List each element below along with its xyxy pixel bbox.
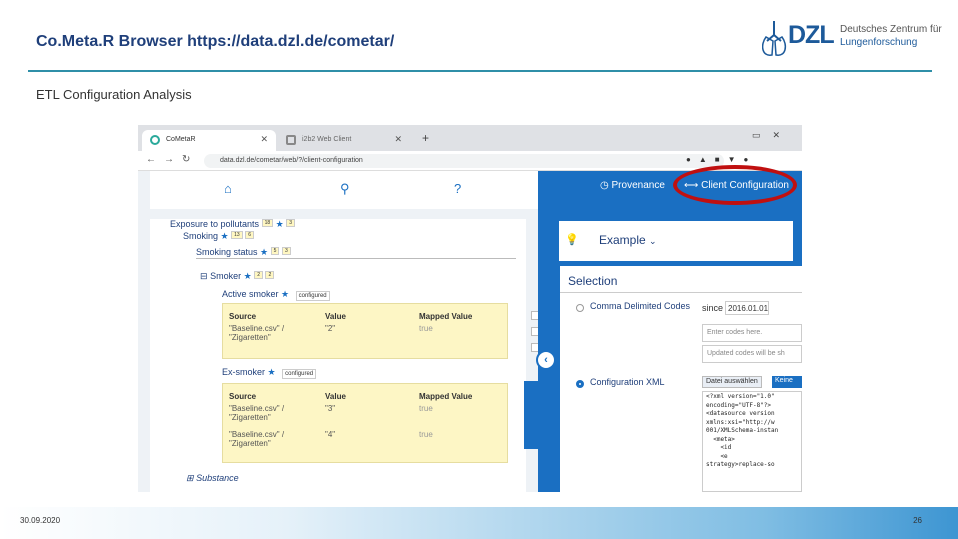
mapping-table-active: Source Value Mapped Value "Baseline.csv"…	[222, 303, 508, 359]
back-icon[interactable]: ←	[146, 154, 156, 165]
enter-codes-input[interactable]: Enter codes here.	[702, 324, 802, 342]
extension-icons[interactable]: ●▲■▼●	[686, 155, 782, 165]
tree-node[interactable]: ⊞ Substance	[186, 473, 239, 484]
reload-icon[interactable]: ↻	[182, 154, 190, 165]
example-title: Example ⌄	[599, 233, 657, 247]
xml-textarea[interactable]: <?xml version="1.0" encoding="UTF-8"?> <…	[702, 391, 802, 492]
second-button[interactable]: Keine	[772, 376, 802, 388]
comma-option-label: Comma Delimited Codes	[590, 301, 691, 311]
tree-node[interactable]: Smoking ★ 13 6	[183, 231, 254, 242]
star-icon: ★	[267, 367, 276, 377]
close-icon[interactable]: ✕	[260, 134, 268, 145]
file-select-button[interactable]: Datei auswählen	[702, 376, 762, 388]
browser-screenshot: CoMetaR ✕ i2b2 Web Client ✕ + ▭✕ ← → ↻ d…	[138, 125, 802, 492]
home-icon[interactable]: ⌂	[224, 181, 232, 196]
provenance-link[interactable]: ◷ Provenance	[600, 180, 665, 191]
forward-icon[interactable]: →	[164, 154, 174, 165]
since-date-input[interactable]: 2016.01.01	[725, 301, 770, 315]
help-icon[interactable]: ?	[454, 181, 461, 196]
close-icon[interactable]: ✕	[394, 134, 402, 145]
window-controls[interactable]: ▭✕	[752, 130, 792, 141]
logo-brand: DZL	[788, 21, 835, 49]
chevron-down-icon: ⌄	[649, 236, 657, 246]
browser-tabbar: CoMetaR ✕ i2b2 Web Client ✕ + ▭✕	[138, 125, 802, 151]
tree-node[interactable]: Exposure to pollutants 18 ★ 3	[170, 219, 296, 230]
footer-date: 30.09.2020	[20, 516, 61, 525]
tree-node[interactable]: Smoking status ★ 5 3	[196, 247, 516, 259]
url-input[interactable]: data.dzl.de/cometar/web/?/client-configu…	[204, 154, 724, 168]
collapse-panel-icon[interactable]: ‹	[536, 350, 556, 370]
lightbulb-icon: 💡	[565, 234, 579, 246]
updated-codes-output: Updated codes will be sh	[702, 345, 802, 363]
slide-subtitle: ETL Configuration Analysis	[36, 87, 192, 102]
i2b2-favicon-icon	[286, 135, 296, 145]
tree-node[interactable]: ⊟ Smoker ★ 2 2	[200, 271, 275, 282]
star-icon: ★	[275, 219, 284, 229]
footer: 30.09.2020 26	[0, 507, 958, 539]
right-pane: ◷ Provenance ⟷ Client Configuration 💡 Ex…	[538, 171, 802, 492]
star-icon: ★	[281, 289, 290, 299]
selection-panel: Selection Comma Delimited Codes since 201…	[560, 266, 802, 492]
new-tab-icon[interactable]: +	[422, 131, 429, 145]
lung-icon	[762, 21, 787, 56]
configured-badge: configured	[295, 291, 330, 301]
browser-tab-i2b2[interactable]: i2b2 Web Client ✕	[278, 130, 410, 151]
tab-label: CoMetaR	[166, 136, 196, 143]
star-icon: ★	[220, 231, 229, 241]
highlight-oval	[673, 165, 797, 205]
tab-label: i2b2 Web Client	[302, 136, 352, 143]
concept-tree: Exposure to pollutants 18 ★ 3 Smoking ★ …	[150, 219, 539, 492]
example-card[interactable]: 💡 Example ⌄	[553, 221, 793, 261]
logo-line1: Deutsches Zentrum für	[840, 24, 942, 35]
splitter-strip	[524, 381, 540, 449]
mapping-table-ex: Source Value Mapped Value "Baseline.csv"…	[222, 383, 508, 463]
expand-icon[interactable]: ⊞	[186, 473, 194, 483]
browser-tab-cometar[interactable]: CoMetaR ✕	[142, 130, 276, 151]
since-field[interactable]: since 2016.01.01	[702, 301, 770, 315]
dzl-logo: DZL Deutsches Zentrum für Lungenforschun…	[762, 19, 942, 61]
tree-node[interactable]: Ex-smoker ★ configured	[222, 367, 317, 379]
logo-line2: Lungenforschung	[840, 37, 918, 48]
search-icon[interactable]: ⚲	[340, 181, 350, 197]
collapse-icon[interactable]: ⊟	[200, 271, 208, 281]
slide-title: Co.Meta.R Browser https://data.dzl.de/co…	[36, 33, 395, 50]
xml-radio[interactable]	[576, 380, 584, 388]
page-number: 26	[913, 516, 922, 525]
slide: Co.Meta.R Browser https://data.dzl.de/co…	[0, 0, 958, 539]
star-icon: ★	[243, 271, 252, 281]
tree-node[interactable]: Active smoker ★ configured	[222, 289, 330, 301]
title-divider	[28, 70, 932, 72]
cometar-favicon-icon	[150, 135, 160, 145]
app-top-nav: ⌂ ⚲ ?	[150, 171, 540, 209]
divider	[560, 292, 802, 293]
star-icon: ★	[260, 247, 269, 257]
selection-title: Selection	[568, 274, 618, 288]
left-pane: ⌂ ⚲ ? Exposure to pollutants 18 ★ 3 Smok…	[138, 171, 540, 492]
xml-option-label: Configuration XML	[590, 377, 665, 387]
configured-badge: configured	[282, 369, 317, 379]
